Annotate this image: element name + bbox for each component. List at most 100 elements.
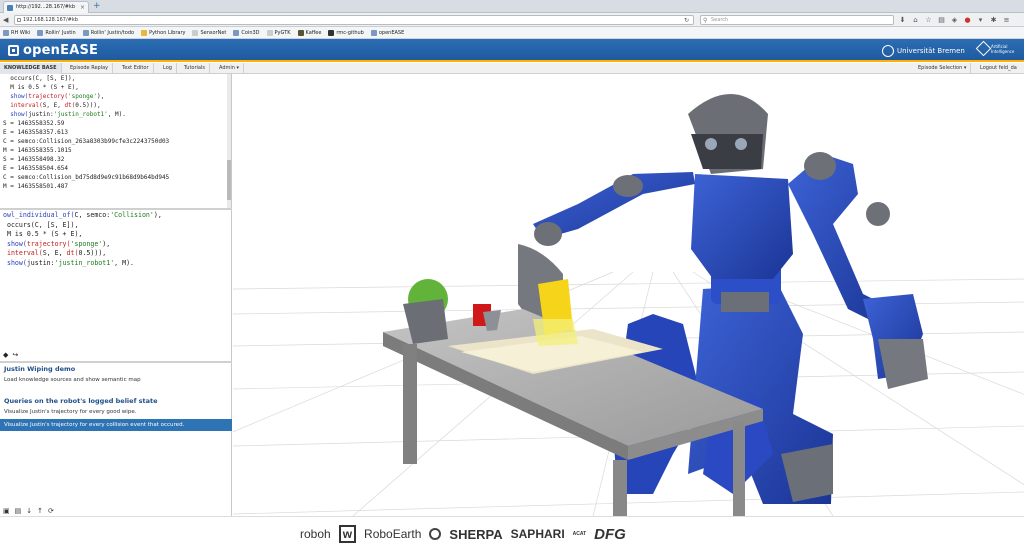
- query-editor[interactable]: owl_individual_of(C, semco:'Collision'),…: [3, 211, 229, 349]
- back-icon[interactable]: ◀: [3, 16, 8, 24]
- page-icon: [266, 29, 273, 36]
- code-token: , M).: [107, 111, 126, 118]
- bookmark-icon[interactable]: ▤: [937, 16, 946, 24]
- code-token: 'sponge': [70, 239, 103, 248]
- university-seal-icon: [882, 45, 894, 57]
- favicon-icon: [7, 5, 13, 11]
- menu-knowledge-base[interactable]: KNOWLEDGE BASE: [0, 63, 62, 74]
- query-history-console[interactable]: occurs(C, [S, E]), M is 0.5 * (S + E), s…: [3, 74, 229, 208]
- bookmark-icon: [3, 29, 9, 36]
- settings-icon[interactable]: ✱: [989, 16, 998, 24]
- scrollbar-thumb[interactable]: [227, 160, 231, 200]
- code-token: S, E,: [42, 102, 65, 109]
- stop-icon[interactable]: ●: [963, 16, 972, 24]
- menu-episode-selection[interactable]: Episode Selection ▾: [914, 63, 972, 74]
- code-token: owl_individual_of(: [3, 211, 75, 219]
- bookmark-item[interactable]: Kaffee: [297, 28, 321, 38]
- url-text: 192.168.128.167/#kb: [23, 17, 78, 23]
- robot-justin: [518, 94, 928, 504]
- shield-icon[interactable]: ◈: [950, 16, 959, 24]
- code-token: 'justin_robot1': [54, 258, 115, 267]
- query-line: show(justin:'justin_robot1', M).: [3, 259, 229, 269]
- new-tab-button[interactable]: +: [93, 1, 101, 11]
- code-token: M = 1463558355.1015: [3, 147, 72, 154]
- home-icon[interactable]: ⌂: [911, 16, 920, 24]
- library-item[interactable]: Visualize Justin's trajectory for every …: [4, 408, 136, 417]
- code-token: E = 1463558504.654: [3, 165, 69, 172]
- download-icon[interactable]: ⬇: [898, 16, 907, 24]
- menu-admin[interactable]: Admin ▾: [215, 63, 245, 74]
- star-icon[interactable]: ☆: [924, 16, 933, 24]
- search-input[interactable]: ⚲ Search: [700, 15, 894, 25]
- main-menu: KNOWLEDGE BASE Episode Replay Text Edito…: [0, 63, 1024, 74]
- share-icon[interactable]: ↪: [12, 351, 18, 359]
- code-token: ))),: [90, 249, 107, 257]
- close-tab-icon[interactable]: ×: [80, 2, 85, 13]
- code-token: S = 1463558498.32: [3, 156, 65, 163]
- python-icon: [141, 29, 148, 36]
- console-line: S = 1463558498.32: [3, 155, 229, 164]
- console-scrollbar[interactable]: [227, 74, 231, 208]
- menu-text-editor[interactable]: Text Editor: [118, 63, 154, 74]
- code-token: occurs(C, [S, E]),: [3, 220, 79, 229]
- panel-divider[interactable]: [0, 208, 232, 210]
- copy-icon[interactable]: ▣: [3, 507, 10, 516]
- code-token: C = semco:Collision_bd75d8d9e9c91b68d9b6…: [3, 174, 170, 181]
- 3d-scene-viewer[interactable]: [233, 74, 1024, 516]
- left-panel: occurs(C, [S, E]), M is 0.5 * (S + E), s…: [0, 74, 232, 516]
- bookmark-item[interactable]: Python Library: [141, 28, 185, 38]
- dfg-logo: DFG: [594, 525, 626, 543]
- openease-logo[interactable]: openEASE: [8, 42, 98, 59]
- url-bar[interactable]: 192.168.128.167/#kb ↻: [14, 15, 694, 25]
- bookmark-item[interactable]: Rollin' Justin: [37, 28, 76, 38]
- browser-tab[interactable]: http://192...28.167/#kb ×: [3, 1, 89, 13]
- bookmark-item[interactable]: rmc-github: [328, 28, 364, 38]
- bookmarks-bar: RH Wiki Rollin' Justin Rollin' Justin/to…: [0, 27, 1024, 39]
- browser-nav-bar: ◀ 192.168.128.167/#kb ↻ ⚲ Search ⬇ ⌂ ☆ ▤…: [0, 13, 1024, 27]
- menu-episode-replay[interactable]: Episode Replay: [66, 63, 114, 74]
- menu-log[interactable]: Log: [159, 63, 177, 74]
- code-token: justin:: [26, 258, 55, 267]
- bookmark-item[interactable]: SensorNet: [192, 28, 226, 38]
- openease-icon: [370, 29, 377, 36]
- bookmark-item[interactable]: Rollin' Justin/todo: [82, 28, 134, 38]
- console-line: S = 1463558352.59: [3, 119, 229, 128]
- sponsor-footer: roboh w RoboEarth SHERPA SAPHARI ACAT DF…: [0, 516, 1024, 548]
- code-token: , M).: [114, 258, 135, 267]
- menu-icon[interactable]: ≡: [1002, 16, 1011, 24]
- reload-icon[interactable]: ↻: [684, 16, 689, 25]
- bookmark-item[interactable]: Coin3D: [233, 28, 260, 38]
- code-token: ),: [153, 211, 162, 219]
- query-library: Justin Wiping demo Load knowledge source…: [0, 363, 232, 506]
- bookmark-item[interactable]: PyGTK: [266, 28, 291, 38]
- arrow-up-icon[interactable]: ↑: [37, 507, 43, 516]
- arrow-down-icon[interactable]: ↓: [26, 507, 32, 516]
- query-line: occurs(C, [S, E]),: [3, 221, 229, 231]
- library-item-selected[interactable]: Visualize Justin's trajectory for every …: [0, 419, 232, 431]
- code-token: C, semco:: [74, 211, 111, 219]
- console-line: E = 1463558504.654: [3, 164, 229, 173]
- query-tools: ◆ ↪: [3, 351, 18, 359]
- scene-canvas[interactable]: [233, 74, 1024, 516]
- refresh-icon[interactable]: ⟳: [48, 507, 54, 516]
- menu-tutorials[interactable]: Tutorials: [180, 63, 210, 74]
- paste-icon[interactable]: ▤: [15, 507, 22, 516]
- code-token: S = 1463558352.59: [3, 120, 65, 127]
- help-icon[interactable]: ◆: [3, 351, 8, 359]
- console-line: C = semco:Collision_bd75d8d9e9c91b68d9b6…: [3, 173, 229, 182]
- library-demo-title: Justin Wiping demo: [4, 365, 76, 373]
- code-token: show(: [3, 258, 27, 267]
- coffee-icon: [297, 29, 304, 36]
- bookmark-item[interactable]: RH Wiki: [3, 28, 30, 38]
- page-icon: [192, 29, 199, 36]
- openease-logo-icon: [8, 45, 19, 56]
- chevron-down-icon[interactable]: ▾: [976, 16, 985, 24]
- code-token: 'justin_robot1': [53, 111, 108, 118]
- tab-title: http://192...28.167/#kb: [16, 4, 76, 10]
- saphari-logo: SAPHARI: [510, 527, 565, 541]
- code-token: justin:: [28, 111, 54, 118]
- library-item[interactable]: Load knowledge sources and show semantic…: [4, 376, 141, 385]
- menu-logout[interactable]: Logout feld_da: [976, 63, 1021, 74]
- bookmark-item[interactable]: openEASE: [370, 28, 404, 38]
- query-line: show(trajectory('sponge'),: [3, 240, 229, 250]
